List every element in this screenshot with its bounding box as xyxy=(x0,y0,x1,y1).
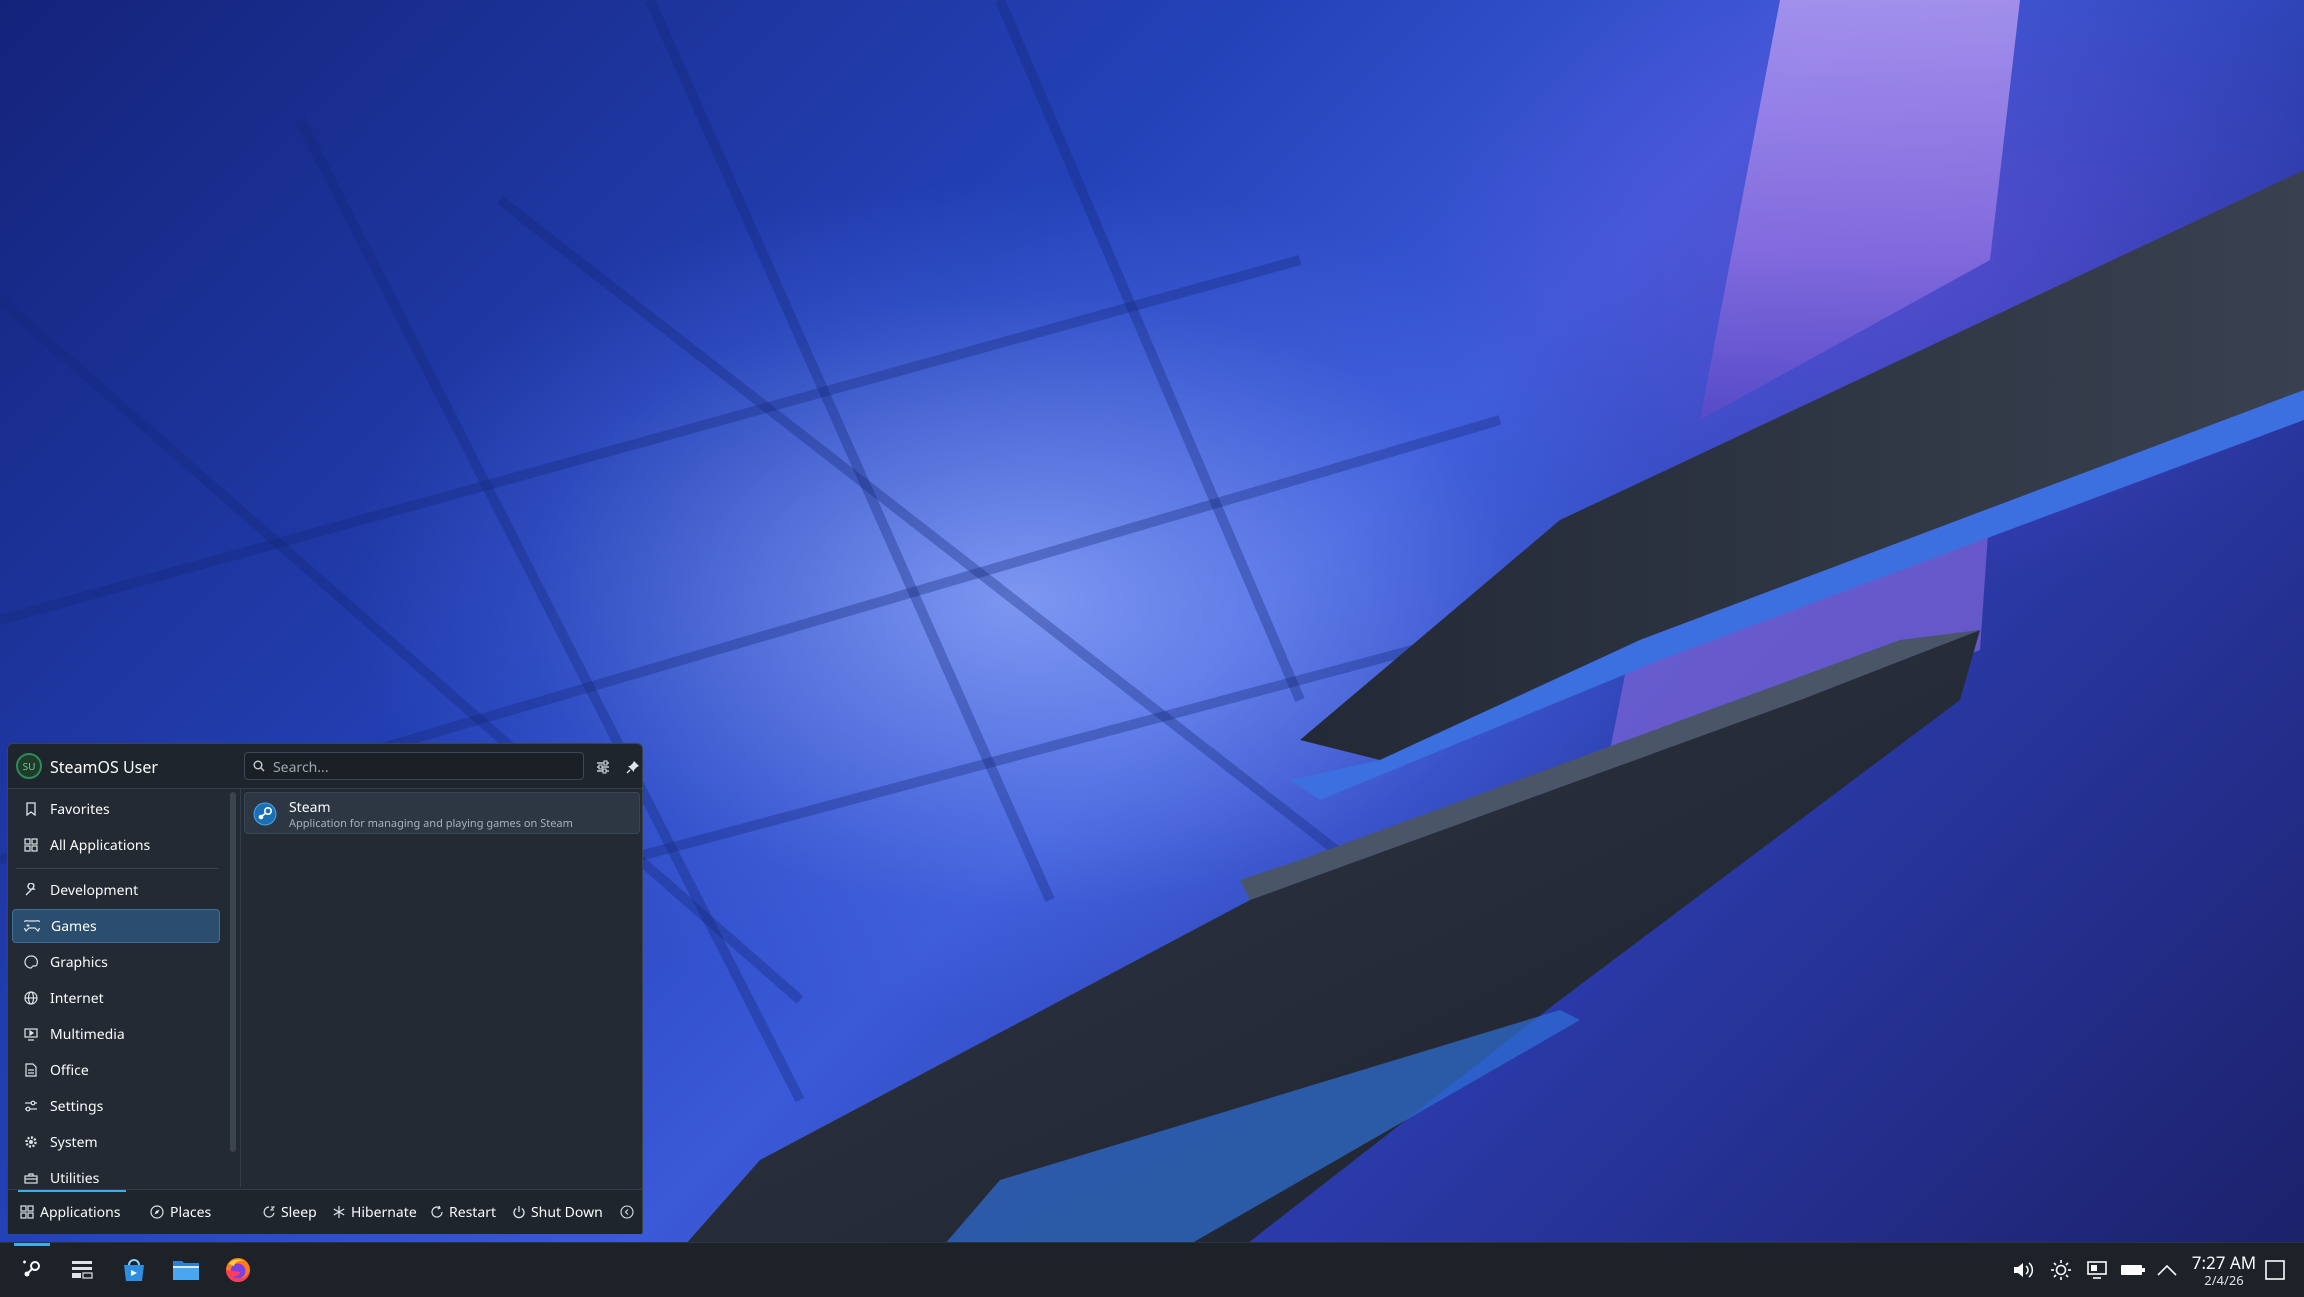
button-label: Shut Down xyxy=(531,1202,603,1222)
app-item-steam[interactable]: Steam Application for managing and playi… xyxy=(244,792,640,834)
task-switcher-button[interactable] xyxy=(56,1243,108,1297)
sliders-icon xyxy=(597,760,609,774)
tab-label: Applications xyxy=(40,1202,121,1222)
volume-icon xyxy=(2014,1262,2034,1278)
sleep-button[interactable]: Sleep xyxy=(262,1190,317,1234)
tab-places[interactable]: Places xyxy=(150,1190,211,1234)
button-label: Sleep xyxy=(281,1202,317,1222)
category-label: Favorites xyxy=(50,799,110,819)
more-options-button[interactable] xyxy=(620,1190,639,1234)
pin-icon xyxy=(626,761,639,774)
sliders-icon xyxy=(16,1099,46,1113)
discover-store-icon xyxy=(124,1259,144,1281)
taskbar: 7:27 AM 2/4/26 xyxy=(0,1242,2304,1297)
category-all-applications[interactable]: All Applications xyxy=(12,828,220,862)
application-launcher-menu: SU SteamOS User Search... Favorites All … xyxy=(7,743,643,1234)
display-icon xyxy=(2087,1261,2107,1279)
steam-icon xyxy=(253,802,277,826)
grid-icon xyxy=(16,838,46,852)
snowflake-icon xyxy=(332,1205,346,1219)
battery-icon xyxy=(2121,1265,2145,1275)
category-label: All Applications xyxy=(50,835,151,855)
task-switcher-icon xyxy=(72,1261,93,1279)
sleep-icon xyxy=(262,1205,276,1219)
category-internet[interactable]: Internet xyxy=(12,981,220,1015)
category-label: Development xyxy=(50,880,139,900)
category-label: Games xyxy=(51,916,97,936)
menu-header: SU SteamOS User xyxy=(8,744,642,789)
category-games[interactable]: Games xyxy=(12,909,220,943)
category-sidebar: Favorites All Applications Development G… xyxy=(8,789,230,1188)
category-label: System xyxy=(50,1132,98,1152)
app-description: Application for managing and playing gam… xyxy=(289,816,573,831)
power-icon xyxy=(512,1205,526,1219)
tab-label: Places xyxy=(170,1202,212,1222)
menu-footer: Applications Places Sleep Hibernate Rest… xyxy=(8,1189,642,1234)
palette-icon xyxy=(16,955,46,969)
clock-date[interactable]: 2/4/26 xyxy=(2184,1271,2264,1289)
user-avatar[interactable]: SU xyxy=(16,753,42,779)
category-label: Utilities xyxy=(50,1168,100,1188)
firefox-icon xyxy=(226,1258,250,1282)
bookmark-icon xyxy=(16,802,46,816)
app-launcher-icon xyxy=(23,1260,40,1277)
category-development[interactable]: Development xyxy=(12,873,220,907)
search-field[interactable] xyxy=(244,752,584,780)
category-graphics[interactable]: Graphics xyxy=(12,945,220,979)
volume-button[interactable] xyxy=(2006,1243,2040,1297)
user-name: SteamOS User xyxy=(50,756,158,778)
hibernate-button[interactable]: Hibernate xyxy=(332,1190,417,1234)
gamepad-icon xyxy=(17,920,47,932)
compass-icon xyxy=(150,1205,164,1219)
category-settings[interactable]: Settings xyxy=(12,1089,220,1123)
tab-applications[interactable]: Applications xyxy=(17,1190,127,1234)
app-name: Steam xyxy=(289,798,331,817)
wrench-icon xyxy=(16,883,46,897)
pin-button[interactable] xyxy=(620,754,646,780)
category-scrollbar[interactable] xyxy=(230,792,236,1152)
grid-icon xyxy=(20,1205,34,1219)
globe-icon xyxy=(16,991,46,1005)
file-manager-button[interactable] xyxy=(160,1243,212,1297)
brightness-icon xyxy=(2051,1260,2071,1280)
gear-icon xyxy=(16,1135,46,1149)
category-label: Internet xyxy=(50,988,104,1008)
toolbox-icon xyxy=(16,1171,46,1185)
restart-icon xyxy=(430,1205,444,1219)
category-office[interactable]: Office xyxy=(12,1053,220,1087)
discover-store-button[interactable] xyxy=(108,1243,160,1297)
button-label: Hibernate xyxy=(351,1202,417,1222)
app-launcher-button[interactable] xyxy=(6,1243,58,1297)
chevron-left-circle-icon xyxy=(620,1205,634,1219)
firefox-button[interactable] xyxy=(212,1243,264,1297)
file-manager-icon xyxy=(173,1261,199,1280)
configure-button[interactable] xyxy=(590,754,616,780)
search-input[interactable] xyxy=(271,756,575,778)
category-label: Multimedia xyxy=(50,1024,125,1044)
category-favorites[interactable]: Favorites xyxy=(12,792,220,826)
category-multimedia[interactable]: Multimedia xyxy=(12,1017,220,1051)
shut-down-button[interactable]: Shut Down xyxy=(512,1190,603,1234)
category-system[interactable]: System xyxy=(12,1125,220,1159)
category-label: Graphics xyxy=(50,952,108,972)
show-desktop-icon xyxy=(2265,1260,2285,1280)
restart-button[interactable]: Restart xyxy=(430,1190,496,1234)
panel-separator xyxy=(240,789,241,1187)
display-button[interactable] xyxy=(2080,1243,2114,1297)
category-label: Office xyxy=(50,1060,89,1080)
show-hidden-icon xyxy=(2157,1264,2177,1276)
button-label: Restart xyxy=(449,1202,497,1222)
category-divider xyxy=(16,868,218,869)
show-desktop-button[interactable] xyxy=(2258,1243,2292,1297)
monitor-play-icon xyxy=(16,1027,46,1041)
battery-button[interactable] xyxy=(2116,1243,2150,1297)
brightness-button[interactable] xyxy=(2044,1243,2078,1297)
show-hidden-icons-button[interactable] xyxy=(2150,1243,2184,1297)
document-icon xyxy=(16,1063,46,1077)
search-icon xyxy=(253,760,265,772)
category-label: Settings xyxy=(50,1096,104,1116)
